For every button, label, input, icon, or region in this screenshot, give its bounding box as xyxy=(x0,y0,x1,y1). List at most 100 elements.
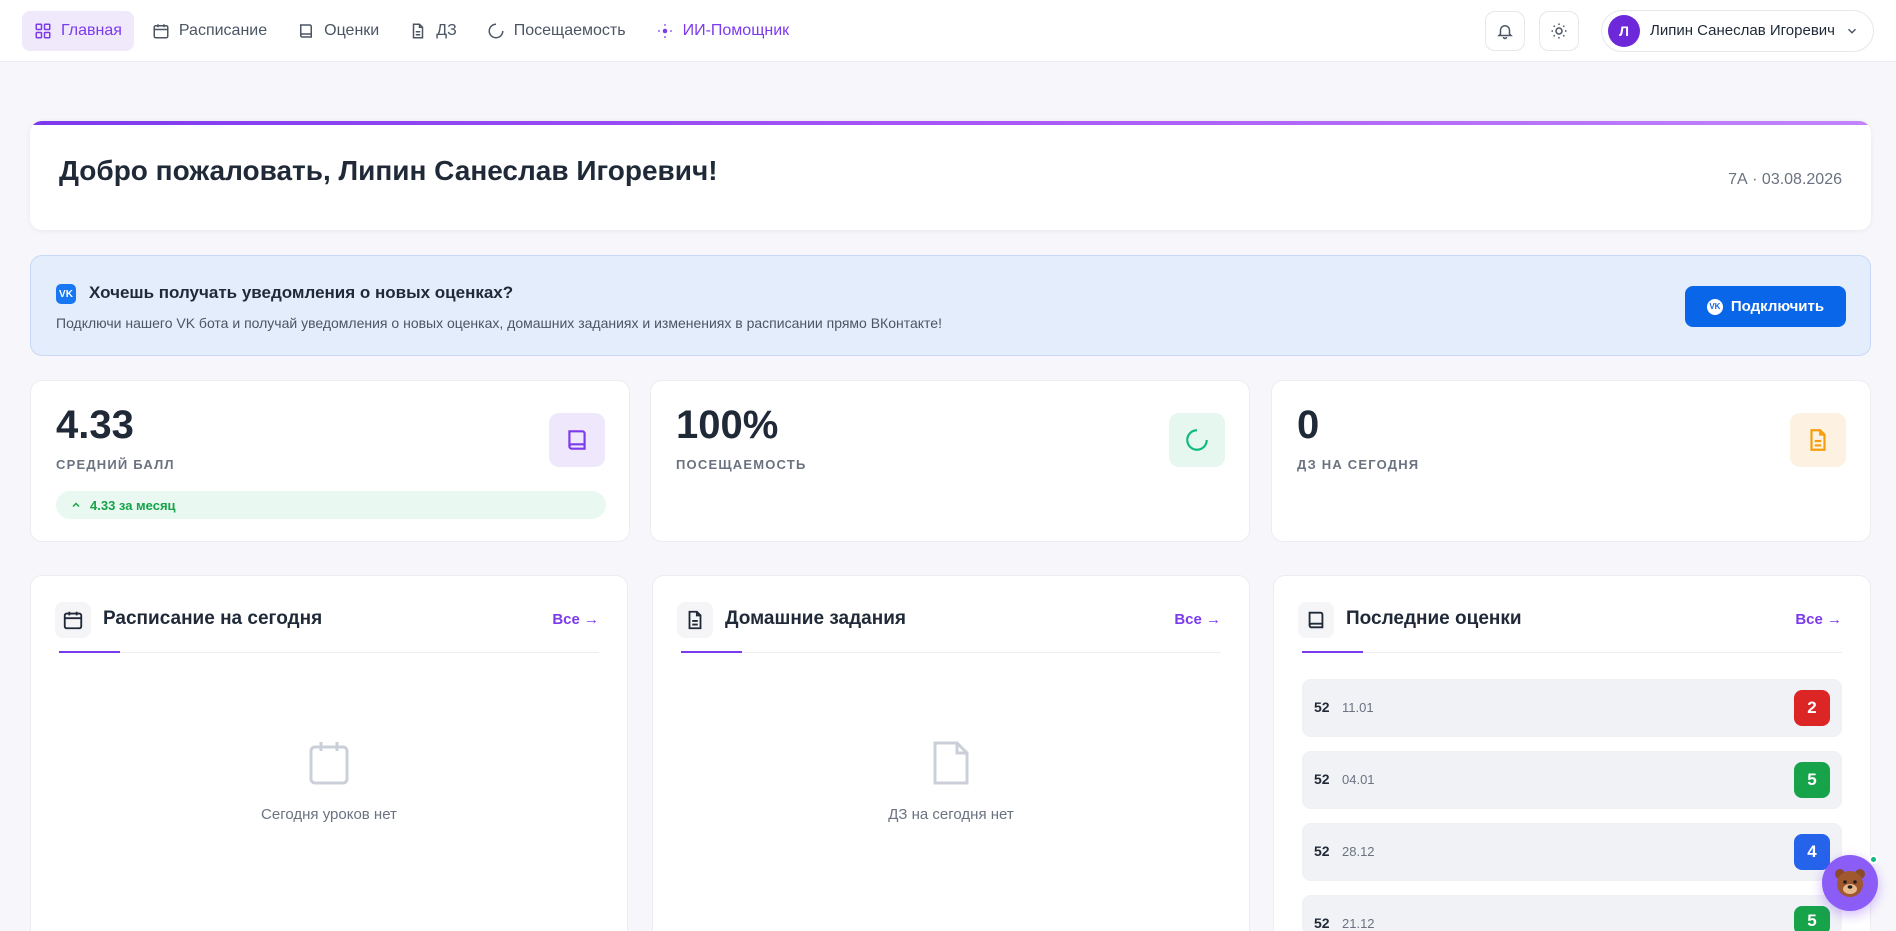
grade-row[interactable]: 52 28.12 4 xyxy=(1302,823,1842,881)
avatar: Л xyxy=(1608,14,1640,47)
divider xyxy=(1302,652,1842,653)
calendar-icon xyxy=(63,611,83,630)
grade-row[interactable]: 52 04.01 5 xyxy=(1302,751,1842,809)
main-nav: Главная Расписание Оценки ДЗ Посещаемост… xyxy=(22,10,802,51)
theme-toggle-button[interactable] xyxy=(1539,10,1579,51)
grade-row[interactable]: 52 21.12 5 xyxy=(1302,895,1842,931)
grades-all-link[interactable]: Все → xyxy=(1795,611,1842,628)
schedule-empty-text: Сегодня уроков нет xyxy=(261,806,397,823)
bear-mascot-icon xyxy=(1835,869,1865,897)
homework-all-link[interactable]: Все → xyxy=(1174,611,1221,628)
grade-row[interactable]: 52 11.01 2 xyxy=(1302,679,1842,737)
divider xyxy=(681,652,1221,653)
grade-badge: 2 xyxy=(1794,690,1830,726)
grade-badge: 5 xyxy=(1794,906,1830,931)
average-grade-card: 4.33 СРЕДНИЙ БАЛЛ 4.33 за месяц xyxy=(30,380,630,542)
average-trend-text: 4.33 за месяц xyxy=(90,497,176,513)
attendance-label: ПОСЕЩАЕМОСТЬ xyxy=(676,457,807,472)
accent-bar xyxy=(30,121,1871,125)
grade-badge: 4 xyxy=(1794,834,1830,870)
ai-assistant-fab[interactable] xyxy=(1822,855,1878,911)
empty-document-icon xyxy=(933,741,969,785)
average-grade-label: СРЕДНИЙ БАЛЛ xyxy=(56,457,175,472)
homework-today-card: 0 ДЗ НА СЕГОДНЯ xyxy=(1271,380,1871,542)
homework-empty-state: ДЗ на сегодня нет xyxy=(653,739,1249,823)
grade-badge: 5 xyxy=(1794,762,1830,798)
grade-subject: 52 xyxy=(1314,843,1330,859)
dashboard-grid-icon xyxy=(35,23,51,38)
nav-item-schedule[interactable]: Расписание xyxy=(140,11,279,51)
document-icon-tile xyxy=(1790,413,1846,467)
vk-notification-banner: VK Хочешь получать уведомления о новых о… xyxy=(30,255,1871,356)
header-actions: Л Липин Санеслав Игоревич xyxy=(1485,9,1874,52)
book-icon-tile xyxy=(549,413,605,467)
accent-underline xyxy=(59,651,120,653)
progress-ring-icon xyxy=(1186,429,1208,451)
attendance-value: 100% xyxy=(676,403,779,447)
book-icon xyxy=(1308,611,1324,629)
grade-subject: 52 xyxy=(1314,771,1330,787)
class-date-label: 7А · 03.08.2026 xyxy=(1728,171,1842,188)
vk-banner-title: Хочешь получать уведомления о новых оцен… xyxy=(89,283,514,302)
document-icon xyxy=(1810,429,1826,451)
homework-today-label: ДЗ НА СЕГОДНЯ xyxy=(1297,457,1420,472)
chevron-down-icon xyxy=(1847,28,1857,34)
top-navigation-bar: Главная Расписание Оценки ДЗ Посещаемост… xyxy=(0,0,1896,62)
empty-calendar-icon xyxy=(309,742,349,785)
sparkle-icon xyxy=(657,23,672,38)
nav-item-label: ДЗ xyxy=(436,21,457,39)
nav-item-label: Главная xyxy=(61,21,122,39)
online-status-dot xyxy=(1869,855,1878,864)
grade-date: 21.12 xyxy=(1342,916,1375,931)
accent-underline xyxy=(1302,651,1363,653)
schedule-empty-state: Сегодня уроков нет xyxy=(31,739,627,823)
nav-item-label: Посещаемость xyxy=(513,21,626,39)
vk-connect-button[interactable]: VK Подключить xyxy=(1685,286,1846,327)
average-trend-badge: 4.33 за месяц xyxy=(56,491,606,519)
grade-date: 28.12 xyxy=(1342,844,1375,859)
vk-banner-description: Подключи нашего VK бота и получай уведом… xyxy=(56,315,942,331)
chevron-up-icon xyxy=(72,502,80,508)
schedule-panel-title: Расписание на сегодня xyxy=(103,608,323,629)
document-icon xyxy=(688,610,702,630)
homework-today-value: 0 xyxy=(1297,403,1320,447)
calendar-icon xyxy=(153,23,169,38)
average-grade-value: 4.33 xyxy=(56,403,134,447)
homework-empty-text: ДЗ на сегодня нет xyxy=(888,806,1014,823)
nav-item-ai-assistant[interactable]: ИИ-Помощник xyxy=(644,11,802,51)
document-icon-tile xyxy=(677,602,713,638)
homework-panel-title: Домашние задания xyxy=(725,608,906,629)
calendar-icon-tile xyxy=(55,602,91,638)
grade-subject: 52 xyxy=(1314,915,1330,931)
progress-ring-icon-tile xyxy=(1169,413,1225,467)
grades-panel-title: Последние оценки xyxy=(1346,608,1522,629)
progress-ring-icon xyxy=(488,23,504,38)
vk-connect-label: Подключить xyxy=(1730,298,1825,315)
schedule-all-link[interactable]: Все → xyxy=(552,611,599,628)
notifications-button[interactable] xyxy=(1485,10,1525,51)
grade-date: 04.01 xyxy=(1342,772,1375,787)
schedule-panel: Расписание на сегодня Все → Сегодня урок… xyxy=(30,575,628,931)
nav-item-label: Оценки xyxy=(324,21,380,39)
accent-underline xyxy=(681,651,742,653)
book-icon xyxy=(300,23,313,38)
document-icon xyxy=(412,23,424,38)
book-icon xyxy=(568,430,586,450)
nav-item-label: Расписание xyxy=(178,21,268,39)
vk-logo-icon: VK xyxy=(1706,298,1723,315)
nav-item-attendance[interactable]: Посещаемость xyxy=(475,11,638,51)
user-menu[interactable]: Л Липин Санеслав Игоревич xyxy=(1601,9,1874,52)
sun-icon xyxy=(1551,23,1567,38)
nav-item-homework[interactable]: ДЗ xyxy=(397,11,469,51)
homework-panel: Домашние задания Все → ДЗ на сегодня нет xyxy=(652,575,1250,931)
nav-item-home[interactable]: Главная xyxy=(22,10,134,51)
recent-grades-panel: Последние оценки Все → 52 11.01 2 52 04.… xyxy=(1273,575,1871,931)
grade-date: 11.01 xyxy=(1342,700,1374,715)
attendance-card: 100% ПОСЕЩАЕМОСТЬ xyxy=(650,380,1250,542)
bell-icon xyxy=(1497,24,1513,39)
nav-item-grades[interactable]: Оценки xyxy=(285,11,391,51)
divider xyxy=(59,652,599,653)
grade-subject: 52 xyxy=(1314,699,1330,715)
page-title: Добро пожаловать, Липин Санеслав Игореви… xyxy=(59,155,718,186)
book-icon-tile xyxy=(1298,602,1334,638)
